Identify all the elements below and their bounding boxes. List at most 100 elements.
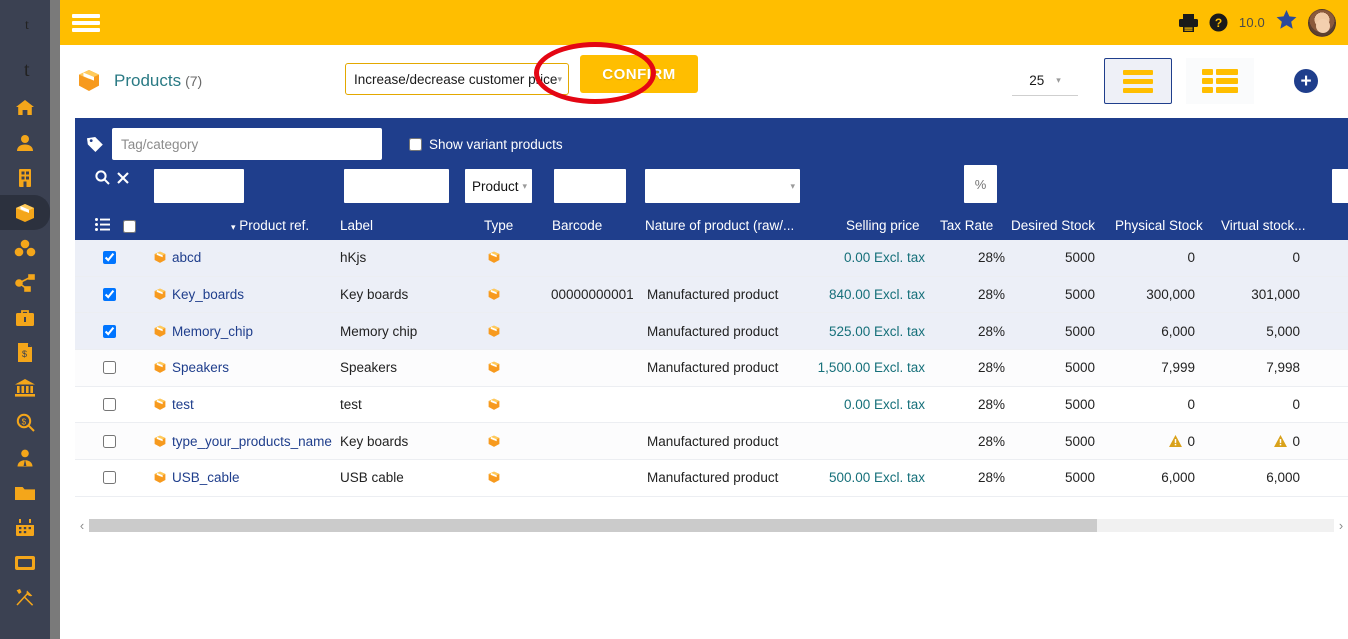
column-header-virtual-stock[interactable]: Virtual stock...: [1221, 218, 1306, 233]
scroll-left-arrow[interactable]: ‹: [75, 518, 89, 533]
sidebar-item-billing[interactable]: $: [0, 335, 50, 370]
brand-logo-large[interactable]: t: [0, 46, 50, 90]
page-title: Products: [114, 71, 182, 90]
table-row[interactable]: Key_boards Key boards 00000000001 Manufactu…: [75, 276, 1348, 314]
row-select-checkbox-cell[interactable]: [103, 350, 116, 386]
clear-x-icon[interactable]: [117, 171, 129, 184]
search-icon[interactable]: [95, 170, 110, 185]
sidebar-item-bom[interactable]: [0, 265, 50, 300]
sidebar-scrollbar[interactable]: [50, 0, 60, 639]
cell-product-ref[interactable]: abcd: [153, 240, 201, 276]
sidebar-item-bank[interactable]: [0, 370, 50, 405]
column-header-physical-stock[interactable]: Physical Stock: [1115, 218, 1203, 233]
column-header-type[interactable]: Type: [484, 218, 513, 233]
column-header-selling-price[interactable]: Selling price: [846, 218, 920, 233]
scrollbar-track[interactable]: [89, 518, 1334, 532]
row-select-checkbox-cell[interactable]: [103, 387, 116, 423]
barcode-filter-input[interactable]: [554, 169, 626, 203]
row-select-checkbox[interactable]: [103, 251, 116, 265]
row-select-checkbox-cell[interactable]: [103, 240, 116, 276]
invoice-icon: $: [17, 343, 33, 362]
cell-product-ref[interactable]: Memory_chip: [153, 313, 253, 349]
column-header-desired-stock[interactable]: Desired Stock: [1011, 218, 1095, 233]
sidebar-item-home[interactable]: [0, 90, 50, 125]
table-row[interactable]: USB_cable USB cable Manufactured product 50…: [75, 460, 1348, 497]
table-row[interactable]: test test 0.00 Excl. tax 28% 5000 0 0: [75, 387, 1348, 424]
hamburger-icon[interactable]: [72, 12, 100, 34]
nature-filter-select[interactable]: ▾: [645, 169, 800, 203]
table-row[interactable]: abcd hKjs 0.00 Excl. tax 28% 5000 0 0: [75, 240, 1348, 277]
row-select-checkbox[interactable]: [103, 361, 116, 375]
cell-desired-stock: 5000: [1064, 360, 1095, 376]
scrollbar-thumb[interactable]: [89, 518, 1098, 532]
table-row[interactable]: Speakers Speakers Manufactured product 1,50…: [75, 350, 1348, 387]
add-product-button[interactable]: +: [1294, 69, 1318, 93]
scroll-right-arrow[interactable]: ›: [1334, 518, 1348, 533]
column-header-tax-rate[interactable]: Tax Rate: [940, 218, 993, 233]
box-icon: [14, 203, 36, 223]
product-ref-filter-input[interactable]: [154, 169, 244, 203]
list-view-button[interactable]: [1104, 58, 1172, 104]
sidebar-item-pos[interactable]: [0, 545, 50, 580]
grid-view-button[interactable]: [1186, 58, 1254, 104]
cell-label: hKjs: [340, 250, 367, 266]
sidebar-item-documents[interactable]: [0, 475, 50, 510]
tax-rate-filter-input[interactable]: [964, 165, 997, 203]
row-select-checkbox-cell[interactable]: [103, 460, 116, 496]
page-header-right-actions: 25 ▾ +: [1012, 45, 1348, 117]
page-size-select[interactable]: 25 ▾: [1012, 66, 1078, 96]
horizontal-scrollbar[interactable]: ‹ ›: [75, 513, 1348, 537]
sidebar-item-tools[interactable]: [0, 580, 50, 615]
table-column-headers: ▾ Product ref. Label Type Barcode Nature…: [75, 210, 1348, 240]
column-header-barcode[interactable]: Barcode: [552, 218, 602, 233]
row-select-checkbox[interactable]: [103, 288, 116, 302]
user-avatar[interactable]: [1308, 8, 1336, 37]
row-select-checkbox[interactable]: [103, 398, 116, 412]
cell-product-ref[interactable]: type_your_products_name: [153, 423, 332, 459]
list-rows-icon[interactable]: [95, 218, 110, 234]
column-header-nature[interactable]: Nature of product (raw/...: [645, 218, 794, 233]
sidebar-item-hrm[interactable]: [0, 440, 50, 475]
select-all-checkbox[interactable]: [123, 219, 136, 233]
show-variant-products-checkbox[interactable]: [409, 137, 422, 151]
sidebar-item-third-parties[interactable]: [0, 125, 50, 160]
column-header-product-ref[interactable]: ▾ Product ref.: [231, 218, 309, 233]
row-select-checkbox-cell[interactable]: [103, 313, 116, 349]
sidebar-item-commercial[interactable]: [0, 300, 50, 335]
question-circle-icon[interactable]: ?: [1209, 13, 1228, 32]
cell-product-ref[interactable]: Key_boards: [153, 277, 244, 313]
row-select-checkbox[interactable]: [103, 471, 116, 485]
row-select-checkbox-cell[interactable]: [103, 277, 116, 313]
calendar-icon: [16, 518, 34, 537]
printer-icon[interactable]: [1178, 13, 1198, 32]
edge-filter-input[interactable]: [1332, 169, 1348, 203]
sidebar-item-agenda[interactable]: [0, 510, 50, 545]
sidebar-item-accounting[interactable]: $: [0, 405, 50, 440]
row-select-checkbox-cell[interactable]: [103, 423, 116, 459]
sidebar-item-companies[interactable]: [0, 160, 50, 195]
cell-type: [487, 350, 501, 386]
tag-category-input[interactable]: [112, 128, 382, 160]
cell-product-ref[interactable]: USB_cable: [153, 460, 240, 496]
mass-action-select[interactable]: Increase/decrease customer price ▾: [345, 63, 569, 95]
brand-logo-small[interactable]: t: [0, 0, 50, 46]
sidebar-item-stock[interactable]: [0, 230, 50, 265]
type-filter-select[interactable]: Product ▾: [465, 169, 532, 203]
label-filter-input[interactable]: [344, 169, 449, 203]
physical-stock-value: 0: [1187, 250, 1195, 266]
cell-product-ref[interactable]: test: [153, 387, 194, 423]
star-icon[interactable]: [1276, 10, 1297, 35]
box-icon: [153, 435, 167, 448]
row-select-checkbox[interactable]: [103, 324, 116, 338]
table-row[interactable]: type_your_products_name Key boards Manufac…: [75, 423, 1348, 461]
physical-stock-value: 300,000: [1146, 287, 1195, 303]
cell-product-ref[interactable]: Speakers: [153, 350, 229, 386]
confirm-button[interactable]: CONFIRM: [580, 55, 698, 93]
column-header-label[interactable]: Label: [340, 218, 373, 233]
row-select-checkbox[interactable]: [103, 434, 116, 448]
cell-tax-rate: 28%: [977, 360, 1005, 376]
table-row[interactable]: Memory_chip Memory chip Manufactured produ…: [75, 313, 1348, 351]
show-variant-products-checkbox-group: Show variant products: [409, 137, 563, 152]
box-icon: [487, 471, 501, 484]
sidebar-item-products[interactable]: [0, 195, 50, 230]
